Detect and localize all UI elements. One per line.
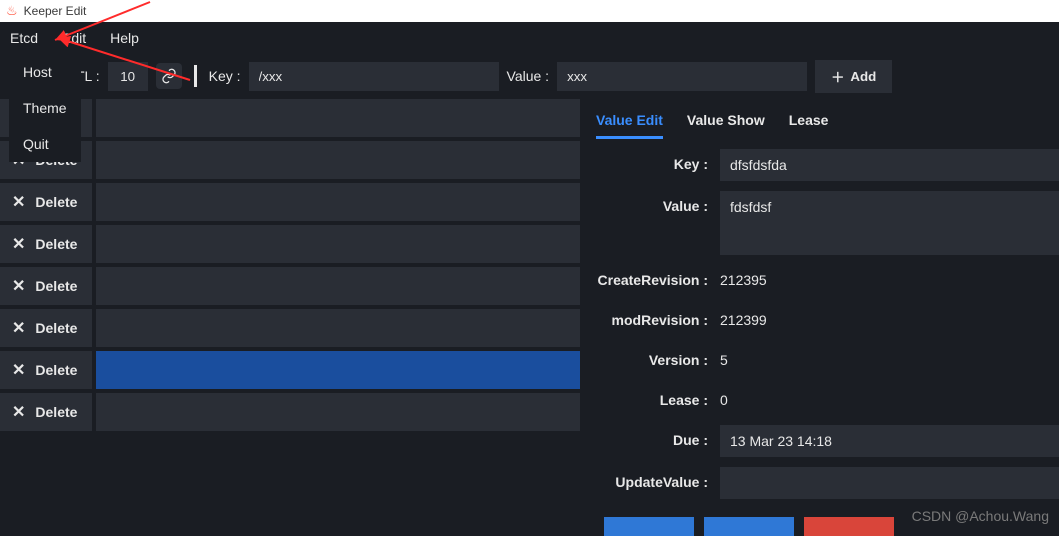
- close-icon: ✕: [12, 318, 25, 338]
- menu-etcd[interactable]: Etcd: [10, 30, 38, 46]
- add-button[interactable]: ＋ Add: [815, 60, 892, 93]
- key-input[interactable]: [249, 62, 499, 91]
- action-buttons: [592, 509, 1059, 536]
- row-content: [96, 99, 580, 137]
- tab-value-edit[interactable]: Value Edit: [596, 112, 663, 139]
- menu-help[interactable]: Help: [110, 30, 139, 46]
- row-content: [96, 309, 580, 347]
- list-item[interactable]: ✕ Delete: [0, 392, 580, 434]
- row-content: [96, 267, 580, 305]
- tabs: Value Edit Value Show Lease: [592, 98, 1059, 149]
- list-item[interactable]: ✕ Delete: [0, 182, 580, 224]
- key-label: Key :: [209, 68, 241, 84]
- row-content: [96, 351, 580, 389]
- delete-button[interactable]: ✕ Delete: [0, 393, 92, 431]
- form-value-label: Value :: [592, 191, 720, 214]
- plus-icon: ＋: [831, 67, 844, 86]
- detail-pane: Value Edit Value Show Lease Key : Value …: [580, 98, 1059, 536]
- form-value-input[interactable]: [720, 191, 1059, 255]
- row-content: [96, 225, 580, 263]
- delete-button[interactable]: ✕ Delete: [0, 225, 92, 263]
- delete-button[interactable]: ✕ Delete: [0, 351, 92, 389]
- divider: [194, 65, 197, 87]
- update-value-label: UpdateValue :: [592, 467, 720, 490]
- row-content: [96, 183, 580, 221]
- close-icon: ✕: [12, 234, 25, 254]
- dropdown-host[interactable]: Host: [9, 54, 81, 90]
- mod-rev-label: modRevision :: [592, 305, 720, 328]
- row-content: [96, 393, 580, 431]
- list-item[interactable]: ✕Delete: [0, 98, 580, 140]
- close-icon: ✕: [12, 192, 25, 212]
- lease-label: Lease :: [592, 385, 720, 408]
- app-icon: ♨: [6, 3, 18, 19]
- row-content: [96, 141, 580, 179]
- form-key-label: Key :: [592, 149, 720, 172]
- value-input[interactable]: [557, 62, 807, 91]
- delete-label: Delete: [35, 194, 77, 210]
- create-rev-label: CreateRevision :: [592, 265, 720, 288]
- delete-label: Delete: [35, 320, 77, 336]
- etcd-dropdown: Host Theme Quit: [9, 54, 81, 162]
- delete-label: Delete: [35, 236, 77, 252]
- dropdown-theme[interactable]: Theme: [9, 90, 81, 126]
- link-icon[interactable]: [156, 63, 182, 89]
- delete-label: Delete: [35, 278, 77, 294]
- toolbar: TL : Key : Value : ＋ Add: [0, 54, 1059, 98]
- window-title-bar: ♨ Keeper Edit: [0, 0, 1059, 22]
- ttl-input[interactable]: [108, 62, 148, 91]
- tab-lease[interactable]: Lease: [789, 112, 829, 139]
- menu-bar: Etcd Edit Help: [0, 22, 1059, 54]
- action-button-3[interactable]: [804, 517, 894, 536]
- list-item[interactable]: ✕ Delete: [0, 308, 580, 350]
- tab-value-show[interactable]: Value Show: [687, 112, 765, 139]
- due-label: Due :: [592, 425, 720, 448]
- delete-button[interactable]: ✕ Delete: [0, 267, 92, 305]
- form-key-input[interactable]: [720, 149, 1059, 181]
- add-label: Add: [850, 69, 876, 84]
- menu-edit[interactable]: Edit: [62, 30, 86, 46]
- delete-label: Delete: [35, 362, 77, 378]
- list-item[interactable]: ✕Delete: [0, 140, 580, 182]
- window-title: Keeper Edit: [24, 4, 87, 18]
- action-button-2[interactable]: [704, 517, 794, 536]
- value-edit-form: Key : Value : CreateRevision : 212395 mo…: [592, 149, 1059, 536]
- version-label: Version :: [592, 345, 720, 368]
- delete-button[interactable]: ✕ Delete: [0, 309, 92, 347]
- mod-rev-value: 212399: [720, 305, 1059, 335]
- list-item[interactable]: ✕ Delete: [0, 266, 580, 308]
- value-label: Value :: [507, 68, 550, 84]
- key-list: ✕ Delete ✕ Delete ✕ Delete ✕ Delete ✕ Delete ✕ Dele…: [0, 98, 580, 536]
- update-value-input[interactable]: [720, 467, 1059, 499]
- delete-label: Delete: [35, 404, 77, 420]
- due-input[interactable]: [720, 425, 1059, 457]
- list-item[interactable]: ✕ Delete: [0, 350, 580, 392]
- lease-value: 0: [720, 385, 1059, 415]
- create-rev-value: 212395: [720, 265, 1059, 295]
- list-item[interactable]: ✕ Delete: [0, 224, 580, 266]
- delete-button[interactable]: ✕ Delete: [0, 183, 92, 221]
- dropdown-quit[interactable]: Quit: [9, 126, 81, 162]
- action-button-1[interactable]: [604, 517, 694, 536]
- close-icon: ✕: [12, 402, 25, 422]
- version-value: 5: [720, 345, 1059, 375]
- close-icon: ✕: [12, 360, 25, 380]
- close-icon: ✕: [12, 276, 25, 296]
